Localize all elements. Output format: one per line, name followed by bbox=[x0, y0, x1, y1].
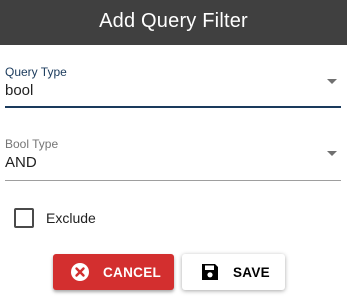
caret-down-icon[interactable] bbox=[327, 79, 337, 84]
dialog-titlebar: Add Query Filter bbox=[0, 0, 347, 45]
close-circle-icon bbox=[70, 262, 90, 282]
query-type-value: bool bbox=[5, 82, 34, 99]
bool-type-select[interactable]: Bool Type AND bbox=[5, 132, 341, 182]
bool-type-label: Bool Type bbox=[5, 137, 59, 151]
exclude-checkbox[interactable] bbox=[14, 208, 34, 228]
bool-type-value: AND bbox=[5, 154, 37, 171]
query-type-select[interactable]: Query Type bool bbox=[5, 60, 341, 110]
add-query-filter-dialog: Add Query Filter Query Type bool Bool Ty… bbox=[0, 0, 347, 298]
save-button-label: SAVE bbox=[233, 264, 270, 280]
exclude-checkbox-row[interactable]: Exclude bbox=[14, 207, 96, 229]
query-type-label: Query Type bbox=[5, 65, 67, 79]
cancel-button[interactable]: CANCEL bbox=[53, 254, 174, 290]
cancel-button-label: CANCEL bbox=[103, 264, 162, 280]
query-type-underline bbox=[5, 106, 341, 108]
caret-down-icon[interactable] bbox=[327, 151, 337, 156]
save-button[interactable]: SAVE bbox=[182, 254, 285, 290]
exclude-label: Exclude bbox=[46, 210, 96, 226]
dialog-title: Add Query Filter bbox=[99, 10, 248, 32]
floppy-disk-icon bbox=[200, 262, 220, 282]
bool-type-underline bbox=[5, 180, 341, 181]
